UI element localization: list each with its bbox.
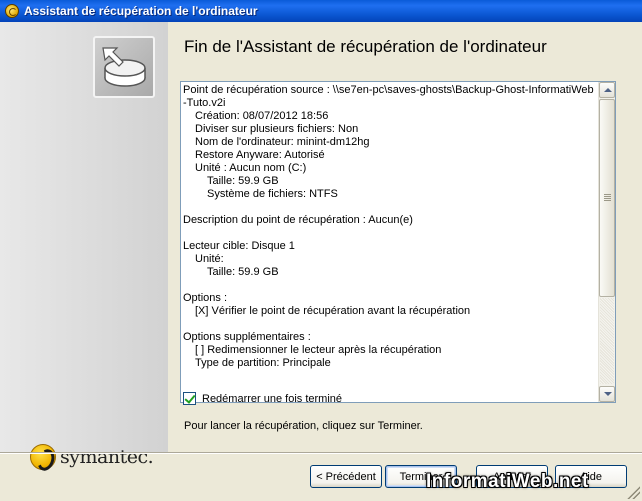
scroll-thumb[interactable]: [599, 99, 615, 297]
summary-target-size: Taille: 59.9 GB: [207, 266, 279, 278]
footer-divider: [0, 452, 642, 454]
page-title: Fin de l'Assistant de récupération de l'…: [184, 37, 547, 56]
summary-content: Point de récupération source : \\se7en-p…: [183, 84, 599, 400]
summary-partition-type: Type de partition: Principale: [195, 357, 331, 369]
restart-option[interactable]: Redémarrer une fois terminé: [183, 392, 342, 405]
summary-description: Description du point de récupération : A…: [183, 214, 413, 226]
summary-unit-size: Taille: 59.9 GB: [207, 175, 279, 187]
symantec-logo: symantec.: [30, 442, 154, 472]
wizard-window: Assistant de récupération de l'ordinateu…: [0, 0, 642, 501]
scroll-down-arrow-icon[interactable]: [599, 386, 615, 402]
app-icon: [5, 4, 19, 18]
title-bar[interactable]: Assistant de récupération de l'ordinateu…: [0, 0, 642, 22]
restart-checkbox-label: Redémarrer une fois terminé: [202, 392, 343, 405]
summary-options-label: Options :: [183, 292, 228, 304]
back-button[interactable]: < Précédent: [310, 465, 382, 488]
scroll-up-arrow-icon[interactable]: [599, 82, 615, 98]
summary-option-verify: [X] Vérifier le point de récupération av…: [195, 305, 471, 317]
summary-computer-name: Nom de l'ordinateur: minint-dm12hg: [195, 136, 370, 148]
summary-source-line: Point de récupération source : \\se7en-p…: [183, 84, 594, 96]
summary-option-resize: [ ] Redimensionner le lecteur après la r…: [195, 344, 442, 356]
summary-target-unit: Unité:: [195, 253, 224, 265]
summary-unit: Unité : Aucun nom (C:): [195, 162, 307, 174]
instruction-text: Pour lancer la récupération, cliquez sur…: [184, 420, 423, 432]
symantec-logo-icon: [30, 444, 56, 470]
summary-extra-options-label: Options supplémentaires :: [183, 331, 311, 343]
window-title: Assistant de récupération de l'ordinateu…: [24, 4, 258, 18]
scroll-track[interactable]: [600, 298, 614, 384]
summary-restore-anyware: Restore Anyware: Autorisé: [195, 149, 325, 161]
summary-split: Diviser sur plusieurs fichiers: Non: [195, 123, 359, 135]
scroll-grip-icon: [604, 194, 611, 202]
summary-filesystem: Système de fichiers: NTFS: [207, 188, 338, 200]
summary-textbox[interactable]: Point de récupération source : \\se7en-p…: [180, 81, 616, 403]
summary-target-drive: Lecteur cible: Disque 1: [183, 240, 295, 252]
resize-grip-icon[interactable]: [626, 485, 640, 499]
symantec-logo-text: symantec.: [60, 446, 154, 468]
watermark: InformatiWeb.net: [426, 471, 589, 492]
restart-checkbox[interactable]: [183, 392, 196, 405]
recovery-drive-icon: [93, 36, 155, 98]
summary-scrollbar[interactable]: [598, 82, 615, 402]
main-panel: Fin de l'Assistant de récupération de l'…: [168, 22, 642, 452]
sidebar-panel: symantec.: [0, 22, 168, 470]
summary-creation: Création: 08/07/2012 18:56: [195, 110, 329, 122]
summary-source-line-cont: -Tuto.v2i: [183, 97, 226, 109]
